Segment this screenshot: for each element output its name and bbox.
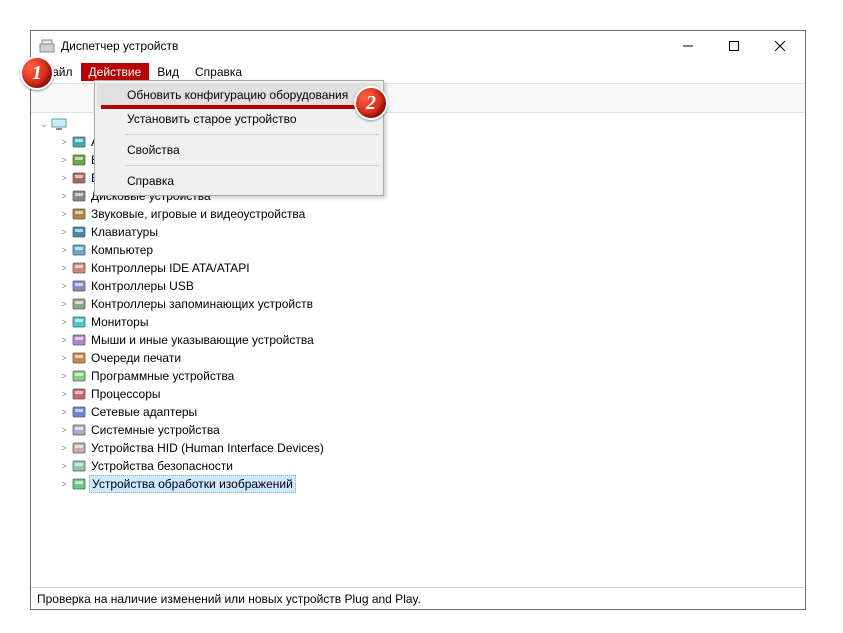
expand-arrow-icon[interactable]: > (57, 153, 71, 167)
device-category-icon (71, 404, 87, 420)
device-category-icon (71, 476, 87, 492)
tree-item-label: Устройства обработки изображений (89, 475, 296, 493)
expand-arrow-icon[interactable]: > (57, 189, 71, 203)
expand-arrow-icon[interactable]: > (57, 477, 71, 491)
tree-item[interactable]: > Процессоры (55, 385, 805, 403)
menu-help[interactable]: Справка (97, 169, 381, 193)
expand-arrow-icon[interactable]: > (57, 441, 71, 455)
expand-arrow-icon[interactable]: > (57, 297, 71, 311)
tree-item[interactable]: > Очереди печати (55, 349, 805, 367)
window-title: Диспетчер устройств (61, 39, 665, 53)
expand-arrow-icon[interactable]: > (57, 387, 71, 401)
device-category-icon (71, 188, 87, 204)
expand-arrow-icon[interactable]: > (57, 459, 71, 473)
statusbar: Проверка на наличие изменений или новых … (31, 587, 805, 609)
expand-arrow-icon[interactable]: > (57, 279, 71, 293)
tree-item-label: Очереди печати (89, 350, 183, 366)
tree-item-label: Контроллеры USB (89, 278, 196, 294)
maximize-button[interactable] (711, 31, 757, 61)
menu-separator (125, 134, 379, 135)
device-category-icon (71, 224, 87, 240)
expand-arrow-icon[interactable]: > (57, 351, 71, 365)
annotation-marker-2: 2 (354, 86, 388, 120)
menu-help[interactable]: Справка (187, 63, 250, 81)
titlebar: Диспетчер устройств (31, 31, 805, 61)
device-category-icon (71, 296, 87, 312)
device-category-icon (71, 458, 87, 474)
device-category-icon (71, 440, 87, 456)
tree-item[interactable]: > Сетевые адаптеры (55, 403, 805, 421)
tree-item[interactable]: > Устройства HID (Human Interface Devices… (55, 439, 805, 457)
tree-item-label: Системные устройства (89, 422, 222, 438)
device-category-icon (71, 278, 87, 294)
expand-arrow-icon[interactable]: > (57, 261, 71, 275)
tree-item[interactable]: > Контроллеры IDE ATA/ATAPI (55, 259, 805, 277)
expand-arrow-icon[interactable]: > (57, 423, 71, 437)
device-category-icon (71, 332, 87, 348)
device-category-icon (71, 242, 87, 258)
expand-arrow-icon[interactable]: ⌄ (37, 117, 51, 131)
tree-item-label: Сетевые адаптеры (89, 404, 199, 420)
menu-properties[interactable]: Свойства (97, 138, 381, 162)
expand-arrow-icon[interactable]: > (57, 333, 71, 347)
menu-add-legacy[interactable]: Установить старое устройство (97, 107, 381, 131)
action-dropdown: Обновить конфигурацию оборудования Устан… (94, 80, 384, 196)
tree-item[interactable]: > Клавиатуры (55, 223, 805, 241)
tree-item[interactable]: > Звуковые, игровые и видеоустройства (55, 205, 805, 223)
app-icon (39, 38, 55, 54)
tree-item-label: Звуковые, игровые и видеоустройства (89, 206, 307, 222)
tree-item[interactable]: > Устройства безопасности (55, 457, 805, 475)
annotation-marker-1: 1 (20, 56, 54, 90)
expand-arrow-icon[interactable]: > (57, 135, 71, 149)
minimize-button[interactable] (665, 31, 711, 61)
menu-scan-hardware[interactable]: Обновить конфигурацию оборудования (97, 83, 381, 107)
tree-item[interactable]: > Контроллеры запоминающих устройств (55, 295, 805, 313)
tree-item-label: Мыши и иные указывающие устройства (89, 332, 316, 348)
status-text: Проверка на наличие изменений или новых … (37, 592, 421, 606)
tree-item-label: Клавиатуры (89, 224, 160, 240)
device-category-icon (71, 368, 87, 384)
tree-item-label: Устройства HID (Human Interface Devices) (89, 440, 326, 456)
tree-item-label: Процессоры (89, 386, 163, 402)
tree-item[interactable]: > Мониторы (55, 313, 805, 331)
device-category-icon (71, 206, 87, 222)
device-category-icon (71, 170, 87, 186)
tree-item-label: Устройства безопасности (89, 458, 235, 474)
close-button[interactable] (757, 31, 803, 61)
device-category-icon (71, 152, 87, 168)
tree-item[interactable]: > Контроллеры USB (55, 277, 805, 295)
menu-separator (125, 165, 379, 166)
tree-item-label: Мониторы (89, 314, 150, 330)
tree-item[interactable]: > Компьютер (55, 241, 805, 259)
tree-item[interactable]: > Программные устройства (55, 367, 805, 385)
computer-icon (51, 116, 67, 132)
device-category-icon (71, 386, 87, 402)
tree-item[interactable]: > Мыши и иные указывающие устройства (55, 331, 805, 349)
tree-item-label: Контроллеры запоминающих устройств (89, 296, 315, 312)
device-category-icon (71, 260, 87, 276)
menu-action[interactable]: Действие (81, 63, 150, 81)
device-category-icon (71, 422, 87, 438)
tree-item[interactable]: > Устройства обработки изображений (55, 475, 805, 493)
tree-item-label: Компьютер (89, 242, 155, 258)
expand-arrow-icon[interactable]: > (57, 171, 71, 185)
device-category-icon (71, 314, 87, 330)
expand-arrow-icon[interactable]: > (57, 243, 71, 257)
tree-item-label: Контроллеры IDE ATA/ATAPI (89, 260, 252, 276)
menu-view[interactable]: Вид (149, 63, 187, 81)
expand-arrow-icon[interactable]: > (57, 315, 71, 329)
expand-arrow-icon[interactable]: > (57, 405, 71, 419)
device-category-icon (71, 134, 87, 150)
tree-item-label: Программные устройства (89, 368, 236, 384)
expand-arrow-icon[interactable]: > (57, 225, 71, 239)
device-category-icon (71, 350, 87, 366)
tree-item[interactable]: > Системные устройства (55, 421, 805, 439)
expand-arrow-icon[interactable]: > (57, 207, 71, 221)
expand-arrow-icon[interactable]: > (57, 369, 71, 383)
